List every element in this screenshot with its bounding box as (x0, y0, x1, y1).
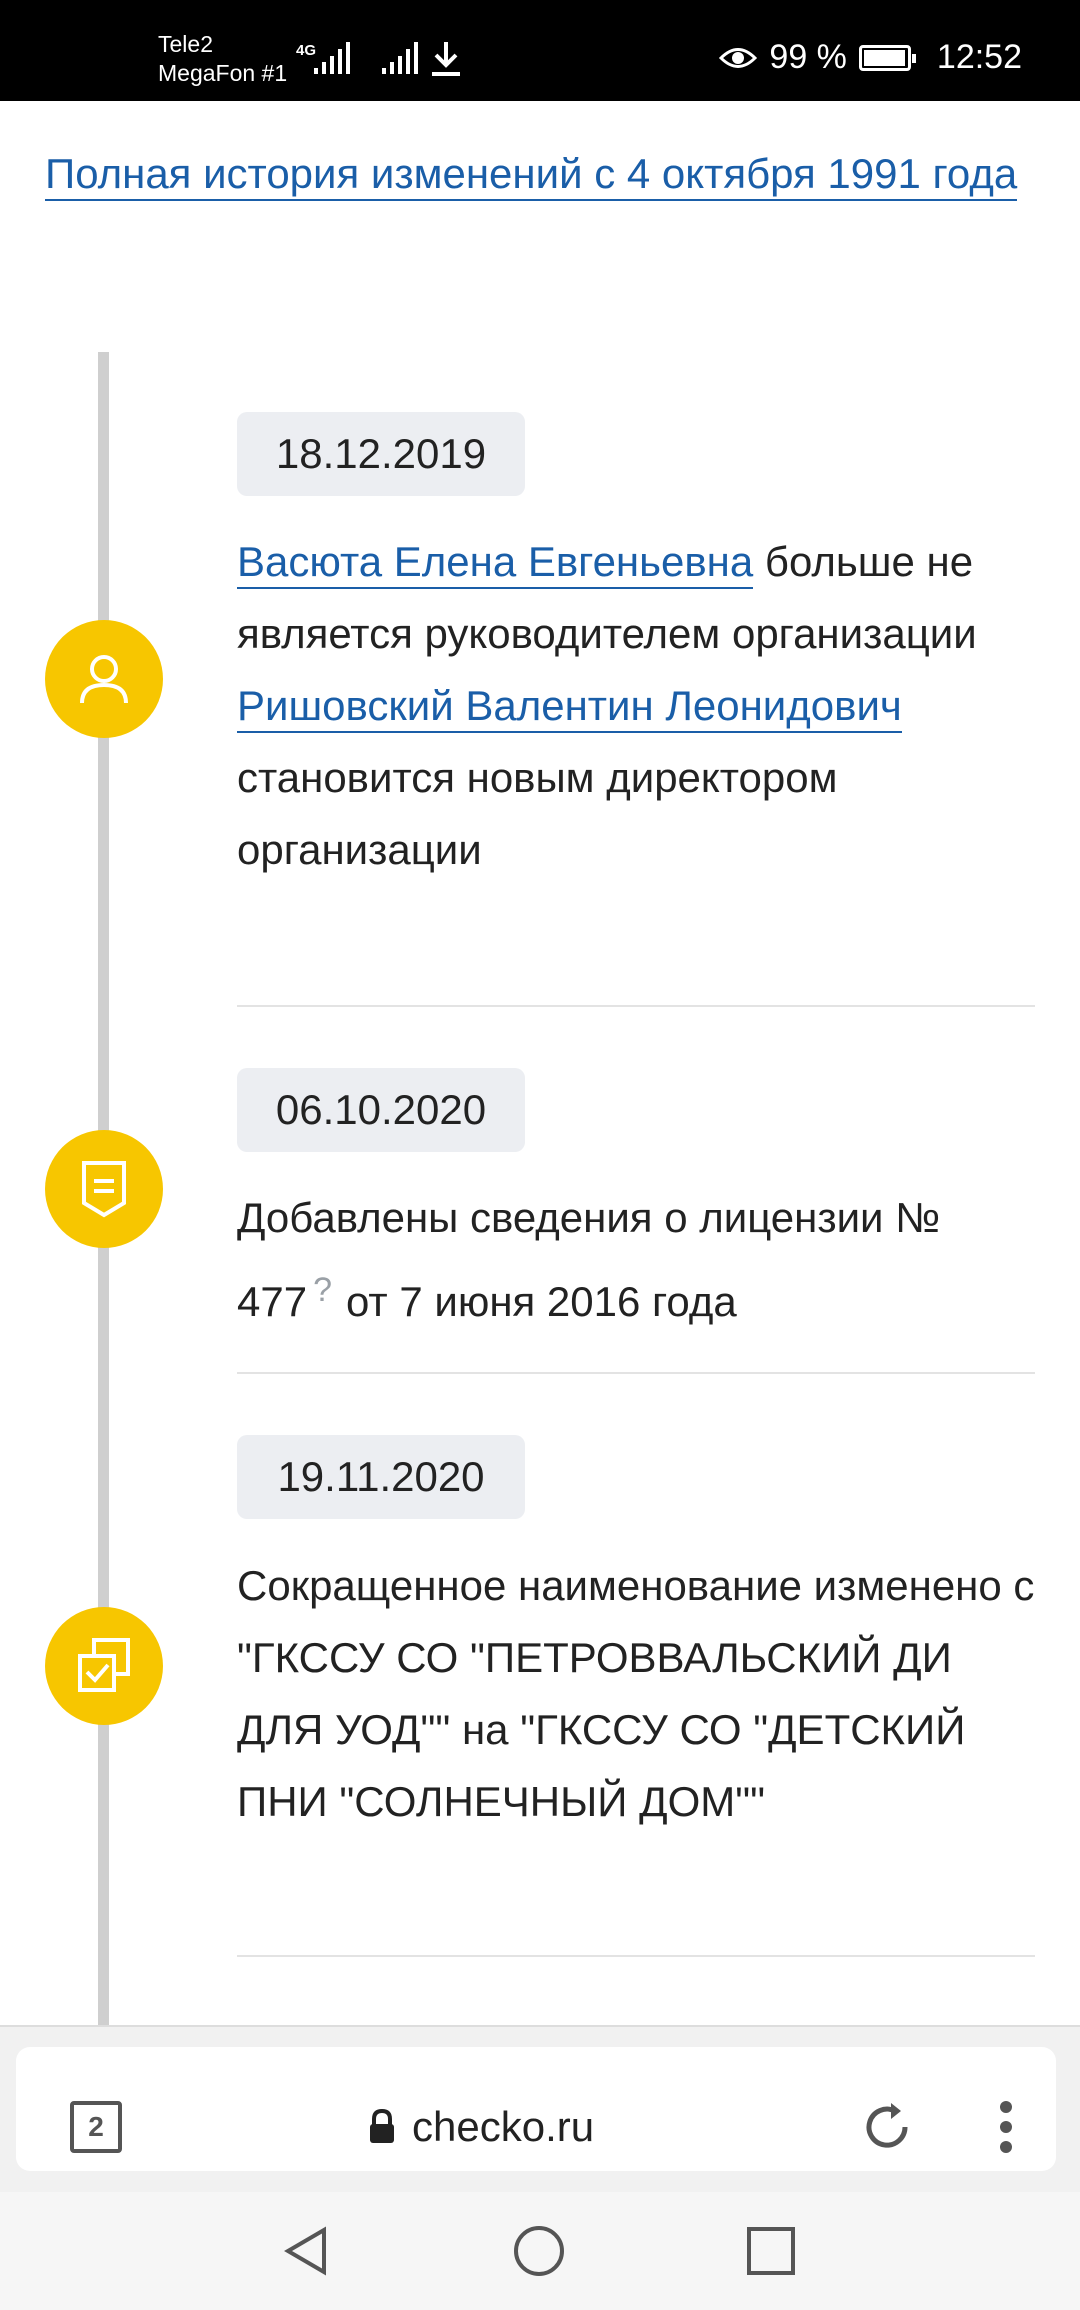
event-description: Васюта Елена Евгеньевна больше не являет… (237, 526, 1037, 886)
eye-icon (719, 47, 758, 68)
event-text-part: от 7 июня 2016 года (346, 1278, 737, 1325)
person-icon (45, 620, 163, 738)
browser-toolbar: 2 checko.ru (0, 2025, 1080, 2192)
event-date: 18.12.2019 (237, 412, 525, 496)
status-right: 99 % 12:52 (719, 38, 1022, 77)
full-history-link[interactable]: Полная история изменений с 4 октября 199… (45, 150, 1018, 201)
carrier-2: MegaFon #1 (158, 60, 288, 86)
system-navigation-bar (0, 2192, 1080, 2310)
carrier-info: Tele2 MegaFon #1 (158, 30, 287, 88)
back-icon[interactable] (280, 2224, 334, 2278)
clock: 12:52 (936, 38, 1022, 76)
lock-icon (370, 2109, 394, 2143)
divider (237, 1372, 1035, 1374)
event-date: 06.10.2020 (237, 1068, 525, 1152)
event-date: 19.11.2020 (237, 1435, 525, 1519)
help-icon[interactable]: ? (313, 1271, 332, 1309)
full-history-link-container: Полная история изменений с 4 октября 199… (45, 138, 1025, 210)
license-icon (45, 1130, 163, 1248)
battery-icon (858, 44, 916, 71)
recents-icon[interactable] (744, 2224, 798, 2278)
battery-percent: 99 % (769, 38, 847, 76)
refresh-icon[interactable] (859, 2099, 915, 2155)
event-text-part: становится новым директором организации (237, 754, 838, 873)
event-description: Добавлены сведения о лицензии № 477? от 7… (237, 1182, 1037, 1338)
event-description: Сокращенное наименование изменено с "ГКС… (237, 1562, 1035, 1825)
signal-icon-2 (382, 42, 418, 74)
person-link-vasyuta[interactable]: Васюта Елена Евгеньевна (237, 538, 754, 589)
menu-dots-icon[interactable] (996, 2099, 1016, 2155)
divider (237, 1955, 1035, 1957)
divider (237, 1005, 1035, 1007)
url-display[interactable]: checko.ru (368, 2087, 594, 2167)
status-bar: Tele2 MegaFon #1 4G 99 % 12:52 (0, 0, 1080, 101)
copy-check-icon (45, 1607, 163, 1725)
signal-icon (314, 42, 350, 74)
url-text: checko.ru (412, 2103, 595, 2150)
address-bar[interactable]: 2 checko.ru (16, 2047, 1056, 2171)
download-icon (432, 42, 460, 76)
tab-switcher-button[interactable]: 2 (70, 2101, 122, 2153)
home-icon[interactable] (512, 2224, 566, 2278)
carrier-1: Tele2 (158, 31, 213, 57)
person-link-rishovsky[interactable]: Ришовский Валентин Леонидович (237, 682, 902, 733)
